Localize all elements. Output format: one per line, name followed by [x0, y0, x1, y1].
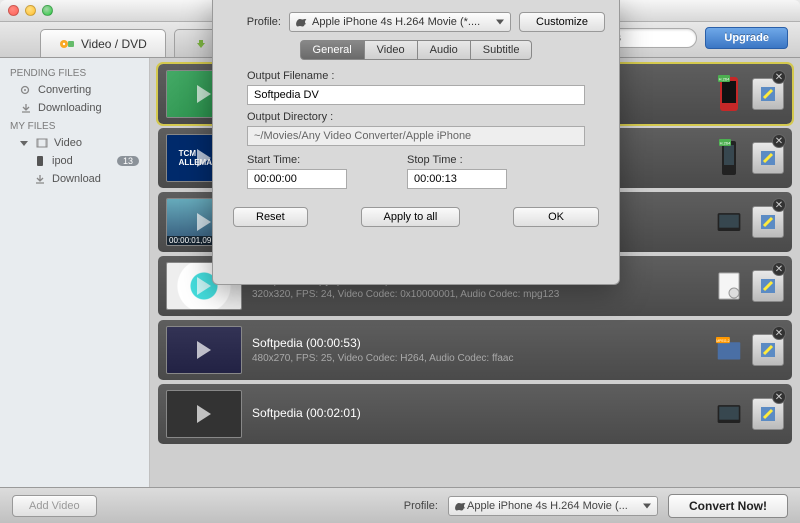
gear-icon	[20, 85, 32, 95]
output-filename-label: Output Filename :	[247, 70, 585, 82]
download-icon	[20, 103, 32, 113]
add-video-button[interactable]: Add Video	[12, 495, 97, 517]
profile-label: Profile:	[404, 500, 438, 512]
output-filename-input[interactable]	[247, 85, 585, 105]
download-icon	[34, 174, 46, 184]
sidebar-header-myfiles: MY FILES	[0, 117, 149, 134]
customize-button[interactable]: Customize	[519, 12, 605, 32]
disclosure-icon	[20, 141, 28, 146]
device-icon	[716, 267, 742, 305]
sidebar-item-download[interactable]: Download	[0, 170, 149, 188]
play-icon	[197, 277, 211, 295]
film-icon	[36, 138, 48, 148]
profile-label: Profile:	[227, 16, 281, 28]
play-icon	[197, 149, 211, 167]
remove-item-button[interactable]: ✕	[772, 326, 786, 340]
list-item[interactable]: Softpedia (00:02:01) ✕	[158, 384, 792, 444]
tab-video-dvd[interactable]: Video / DVD	[40, 29, 166, 57]
device-icon: MPEG-2	[716, 331, 742, 369]
sidebar-item-ipod[interactable]: ipod 13	[0, 152, 149, 170]
zoom-window-button[interactable]	[42, 5, 53, 16]
device-icon	[716, 395, 742, 433]
apply-all-button[interactable]: Apply to all	[361, 207, 461, 227]
svg-text:H.264: H.264	[720, 141, 731, 146]
start-time-input[interactable]	[247, 169, 347, 189]
close-window-button[interactable]	[8, 5, 19, 16]
apple-icon	[455, 500, 467, 512]
stop-time-label: Stop Time :	[407, 154, 507, 166]
thumbnail[interactable]	[166, 326, 242, 374]
settings-panel: Profile: Apple iPhone 4s H.264 Movie (*.…	[212, 0, 620, 285]
download-arrow-icon	[193, 39, 209, 49]
device-icon	[716, 203, 742, 241]
list-item[interactable]: Softpedia (00:00:53)480x270, FPS: 25, Vi…	[158, 320, 792, 380]
ok-button[interactable]: OK	[513, 207, 599, 227]
sidebar-item-converting[interactable]: Converting	[0, 81, 149, 99]
disc-icon	[59, 39, 75, 49]
window-controls	[8, 5, 53, 16]
sidebar-header-pending: PENDING FILES	[0, 64, 149, 81]
remove-item-button[interactable]: ✕	[772, 134, 786, 148]
minimize-window-button[interactable]	[25, 5, 36, 16]
count-badge: 13	[117, 156, 139, 166]
tab-label: Video / DVD	[81, 37, 147, 51]
subtab-video[interactable]: Video	[365, 40, 418, 60]
footer: Add Video Profile: Apple iPhone 4s H.264…	[0, 487, 800, 523]
start-time-label: Start Time:	[247, 154, 347, 166]
remove-item-button[interactable]: ✕	[772, 262, 786, 276]
convert-now-button[interactable]: Convert Now!	[668, 494, 788, 518]
output-directory-input[interactable]	[247, 126, 585, 146]
svg-text:MPEG-2: MPEG-2	[716, 339, 729, 343]
play-icon	[197, 213, 211, 231]
subtab-audio[interactable]: Audio	[418, 40, 471, 60]
remove-item-button[interactable]: ✕	[772, 198, 786, 212]
sidebar-item-downloading[interactable]: Downloading	[0, 99, 149, 117]
sidebar: PENDING FILES Converting Downloading MY …	[0, 58, 150, 487]
output-directory-label: Output Directory :	[247, 111, 585, 123]
ipod-icon	[34, 156, 46, 166]
upgrade-button[interactable]: Upgrade	[705, 27, 788, 49]
stop-time-input[interactable]	[407, 169, 507, 189]
subtab-general[interactable]: General	[300, 40, 365, 60]
profile-select[interactable]: Apple iPhone 4s H.264 Movie (...	[448, 496, 658, 516]
play-icon	[197, 405, 211, 423]
device-icon: H.264	[716, 139, 742, 177]
device-icon: H.264	[716, 75, 742, 113]
profile-select[interactable]: Apple iPhone 4s H.264 Movie (*....	[289, 12, 511, 32]
svg-text:H.264: H.264	[719, 77, 730, 82]
play-icon	[197, 341, 211, 359]
subtab-subtitle[interactable]: Subtitle	[471, 40, 533, 60]
reset-button[interactable]: Reset	[233, 207, 308, 227]
sidebar-item-video[interactable]: Video	[0, 134, 149, 152]
remove-item-button[interactable]: ✕	[772, 390, 786, 404]
apple-icon	[296, 16, 308, 28]
subtabs: General Video Audio Subtitle	[227, 40, 605, 60]
play-icon	[197, 85, 211, 103]
thumbnail[interactable]	[166, 390, 242, 438]
remove-item-button[interactable]: ✕	[772, 70, 786, 84]
